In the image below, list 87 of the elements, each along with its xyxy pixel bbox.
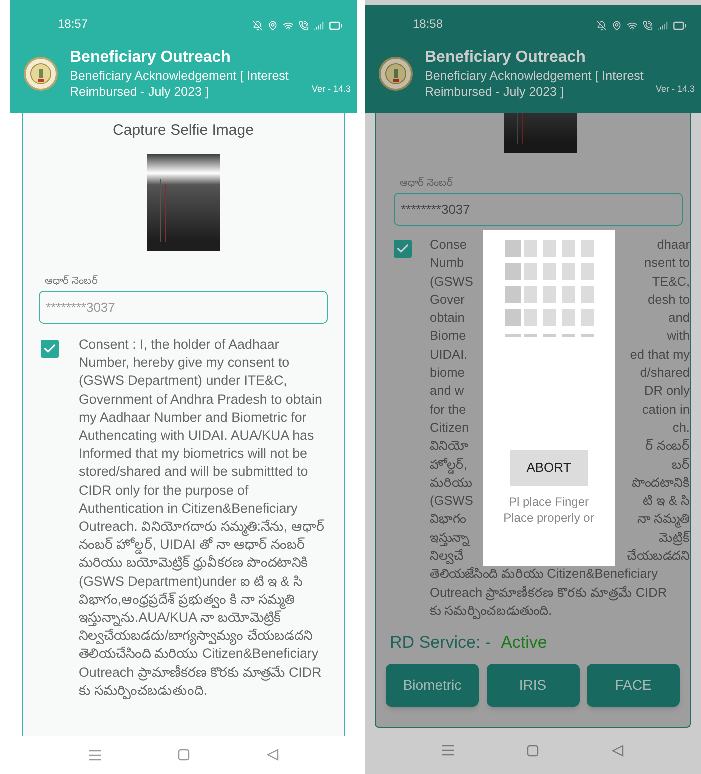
consent-text: నిల్వచే <box>430 547 464 566</box>
consent-text: విభాగం <box>430 510 466 528</box>
consent-text: desh to <box>648 290 690 309</box>
field-label: ఆధార్ నెంబర్ <box>399 177 454 191</box>
consent-text: చేయబడదని <box>627 547 690 566</box>
app-subtitle: Beneficiary Acknowledgement [ Interest <box>425 68 645 84</box>
check-icon <box>396 242 410 256</box>
consent-text: పొందటానికి <box>632 474 690 492</box>
back-icon[interactable] <box>266 749 278 761</box>
consent-text: dhaar <box>657 236 690 254</box>
home-square-icon[interactable] <box>178 749 190 761</box>
consent-text: ch. <box>672 418 690 437</box>
consent-text: (GSWS <box>430 272 474 291</box>
consent-text: Biome <box>430 327 466 346</box>
rd-service-label: RD Service: - <box>390 632 492 654</box>
app-title: Beneficiary Outreach <box>425 48 587 68</box>
consent-text: బర్ <box>672 456 690 474</box>
status-time: 18:57 <box>58 16 88 33</box>
consent-text: with <box>667 327 690 346</box>
section-title: Capture Selfie Image <box>113 121 254 141</box>
menu-icon[interactable] <box>442 745 454 756</box>
consent-text: cation in <box>642 400 690 419</box>
consent-text: obtain <box>430 309 465 328</box>
rd-service-status: Active <box>501 632 548 654</box>
aadhaar-field[interactable]: ********3037 <box>39 291 328 324</box>
consent-text: ఇస్తున్నా <box>430 528 469 548</box>
consent-text: హోల్డర్, <box>430 456 468 474</box>
signal-icon <box>658 21 668 31</box>
check-icon <box>43 342 57 356</box>
consent-text: ed that my <box>630 346 690 364</box>
consent-text: ర్ నంబర్ <box>645 437 690 456</box>
app-title: Beneficiary Outreach <box>70 48 232 68</box>
consent-text: మరియు <box>430 474 472 492</box>
dialog-message: Place properly or <box>504 510 594 526</box>
back-icon[interactable] <box>612 744 624 757</box>
abort-button[interactable]: ABORT <box>510 450 588 486</box>
consent-checkbox[interactable] <box>394 240 412 258</box>
location-icon <box>268 21 278 31</box>
consent-text: వినియో <box>430 437 469 456</box>
consent-text: తెలియజేసింది మరియు Citizen&Beneficiary <box>430 565 658 584</box>
bell-off-icon <box>597 21 607 31</box>
emblem-icon <box>24 57 58 91</box>
consent-text: (GSWS <box>430 492 474 510</box>
wifi-icon <box>283 20 294 32</box>
consent-text: మెట్రిక్ <box>659 528 690 548</box>
bell-off-icon <box>253 21 263 31</box>
version-label: Ver - 14.3 <box>656 84 695 94</box>
consent-text: DR only <box>644 382 690 400</box>
battery-icon <box>673 19 687 33</box>
consent-text: Conse <box>430 236 467 254</box>
version-label: Ver - 14.3 <box>312 84 351 94</box>
auth-button[interactable]: Biometric <box>386 664 479 707</box>
consent-text: Citizen <box>430 418 470 437</box>
home-square-icon[interactable] <box>526 744 539 757</box>
field-label: ఆధార్ నెంబర్ <box>44 275 99 289</box>
app-subtitle: Reimbursed - July 2023 ] <box>70 84 209 100</box>
consent-text: TE&C, <box>652 272 690 291</box>
call-icon <box>643 21 653 31</box>
wifi-icon <box>627 20 638 32</box>
location-icon <box>612 21 622 31</box>
consent-text: Consent : I, the holder of Aadhaar Number, hereby give my consent to (GSWS Department) under ITE&C, Government of Andhra Pradesh to obtain my Aadhaar Number and Biometric for Authencating with UIDAI. AUA/KUA has Informed that my biometrics will not be stored/shared and will be submittted to CIDR only for the purpose of Authentication in Citizen&Beneficiary Outreach. వినియోగదారు సమ్మతి:నేను, ఆధార్ నంబర్ హోల్డర్, UIDAI తో నా ఆధార్ నంబర్ మరియు బయోమెట్రిక్ ధ్రువీకరణ పొందటానికి (GSWS Department)under ఐ టి ఇ & సి విభాగం,ఆంధ్రప్రదేశ్ ప్రభుత్వం కి నా సమ్మతి ఇస్తున్నాను.AUA/KUA నా బయోమెట్రిక్ నిల్వచేయబడదు/బాగ్యస్వామ్యం చేయబడదని తెలియచేసింది మరియు Citizen&Beneficiary Outreach ప్రామాణీకరణ కొరకు మాత్రమే CIDR కు సమర్పించబడుతుంది. <box>79 336 326 700</box>
app-subtitle: Beneficiary Acknowledgement [ Interest <box>70 68 290 84</box>
consent-text: కు సమర్పించబడుతుంది. <box>430 602 552 620</box>
status-time: 18:58 <box>413 16 444 33</box>
battery-icon <box>329 19 343 33</box>
emblem-icon <box>379 57 413 91</box>
consent-text: నా సమ్మతి <box>637 510 690 529</box>
menu-icon[interactable] <box>88 750 100 760</box>
consent-text: d/shared <box>640 364 690 382</box>
consent-text: for the <box>430 400 466 419</box>
auth-button[interactable]: FACE <box>587 664 680 707</box>
consent-text: nsent to <box>644 254 690 272</box>
consent-checkbox[interactable] <box>41 340 59 358</box>
consent-text: UIDAI. <box>430 346 468 364</box>
call-icon <box>299 21 309 31</box>
dialog-message: Pl place Finger <box>508 494 590 510</box>
signal-icon <box>314 21 324 31</box>
consent-text: biome <box>430 364 465 382</box>
app-subtitle: Reimbursed - July 2023 ] <box>425 84 564 100</box>
consent-text: Outreach ప్రామాణీకరణ కొరకు మాత్రమే CIDR <box>430 584 668 602</box>
consent-text: టి ఇ & సి <box>642 492 690 510</box>
consent-text: Numb <box>430 254 464 272</box>
consent-text: Gover <box>430 290 465 309</box>
consent-text: and w <box>430 382 464 400</box>
aadhaar-field[interactable]: ********3037 <box>394 193 683 226</box>
auth-button[interactable]: IRIS <box>486 664 580 707</box>
consent-text: and <box>668 309 690 328</box>
